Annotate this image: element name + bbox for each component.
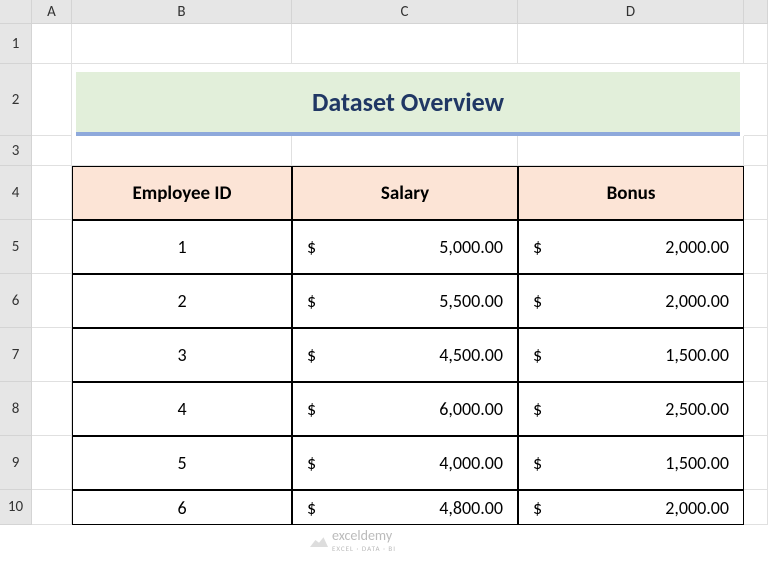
col-header-a[interactable]: A	[32, 0, 72, 24]
table-header-bonus[interactable]: Bonus	[518, 166, 744, 220]
spreadsheet-grid: A B C D 1 2 Dataset Overview 3 4 Employe…	[0, 0, 768, 525]
row-header-8[interactable]: 8	[0, 382, 32, 436]
bonus-value: 1,500.00	[665, 344, 729, 366]
cell-a4[interactable]	[32, 166, 72, 220]
cell-salary-3[interactable]: $4,500.00	[292, 328, 518, 382]
currency-symbol: $	[533, 497, 542, 519]
cell-a7[interactable]	[32, 328, 72, 382]
cell-employee-id-4[interactable]: 4	[72, 382, 292, 436]
cell-e4[interactable]	[744, 166, 768, 220]
cell-bonus-1[interactable]: $2,000.00	[518, 220, 744, 274]
row-header-5[interactable]: 5	[0, 220, 32, 274]
salary-value: 4,000.00	[439, 452, 503, 474]
bonus-value: 2,500.00	[665, 398, 729, 420]
cell-salary-1[interactable]: $5,000.00	[292, 220, 518, 274]
salary-value: 4,800.00	[439, 497, 503, 519]
cell-c3[interactable]	[292, 136, 518, 166]
salary-value: 6,000.00	[439, 398, 503, 420]
watermark-subtext: EXCEL · DATA · BI	[332, 544, 396, 553]
cell-salary-2[interactable]: $5,500.00	[292, 274, 518, 328]
cell-a10[interactable]	[32, 490, 72, 525]
cell-d1[interactable]	[518, 24, 744, 64]
col-header-d[interactable]: D	[518, 0, 744, 24]
salary-value: 4,500.00	[439, 344, 503, 366]
currency-symbol: $	[307, 398, 316, 420]
cell-bonus-3[interactable]: $1,500.00	[518, 328, 744, 382]
cell-bonus-5[interactable]: $1,500.00	[518, 436, 744, 490]
cell-employee-id-5[interactable]: 5	[72, 436, 292, 490]
cell-e1[interactable]	[744, 24, 768, 64]
cell-a6[interactable]	[32, 274, 72, 328]
cell-a9[interactable]	[32, 436, 72, 490]
watermark-logo-icon	[310, 533, 328, 547]
cell-salary-4[interactable]: $6,000.00	[292, 382, 518, 436]
table-header-employee-id[interactable]: Employee ID	[72, 166, 292, 220]
salary-value: 5,000.00	[439, 236, 503, 258]
salary-value: 5,500.00	[439, 290, 503, 312]
row-header-10[interactable]: 10	[0, 490, 32, 525]
cell-a5[interactable]	[32, 220, 72, 274]
cell-b3[interactable]	[72, 136, 292, 166]
cell-e7[interactable]	[744, 328, 768, 382]
cell-e6[interactable]	[744, 274, 768, 328]
row-header-1[interactable]: 1	[0, 24, 32, 64]
bonus-value: 2,000.00	[665, 497, 729, 519]
row-header-9[interactable]: 9	[0, 436, 32, 490]
table-header-salary[interactable]: Salary	[292, 166, 518, 220]
currency-symbol: $	[533, 290, 542, 312]
bonus-value: 1,500.00	[665, 452, 729, 474]
cell-a2[interactable]	[32, 64, 72, 136]
row-header-4[interactable]: 4	[0, 166, 32, 220]
row-header-2[interactable]: 2	[0, 64, 32, 136]
cell-e10[interactable]	[744, 490, 768, 525]
cell-e2[interactable]	[744, 64, 768, 136]
bonus-value: 2,000.00	[665, 236, 729, 258]
cell-a3[interactable]	[32, 136, 72, 166]
currency-symbol: $	[307, 452, 316, 474]
cell-e3[interactable]	[744, 136, 768, 166]
cell-salary-6[interactable]: $4,800.00	[292, 490, 518, 525]
cell-employee-id-1[interactable]: 1	[72, 220, 292, 274]
cell-d3[interactable]	[518, 136, 744, 166]
cell-e9[interactable]	[744, 436, 768, 490]
cell-employee-id-2[interactable]: 2	[72, 274, 292, 328]
cell-bonus-4[interactable]: $2,500.00	[518, 382, 744, 436]
currency-symbol: $	[307, 497, 316, 519]
cell-bonus-6[interactable]: $2,000.00	[518, 490, 744, 525]
bonus-value: 2,000.00	[665, 290, 729, 312]
row-header-6[interactable]: 6	[0, 274, 32, 328]
currency-symbol: $	[533, 398, 542, 420]
currency-symbol: $	[533, 344, 542, 366]
col-header-e[interactable]	[744, 0, 768, 24]
cell-e8[interactable]	[744, 382, 768, 436]
cell-employee-id-6[interactable]: 6	[72, 490, 292, 525]
select-all-corner[interactable]	[0, 0, 32, 24]
currency-symbol: $	[533, 452, 542, 474]
watermark-text: exceldemy	[332, 527, 396, 544]
cell-bonus-2[interactable]: $2,000.00	[518, 274, 744, 328]
currency-symbol: $	[533, 236, 542, 258]
title-cell[interactable]: Dataset Overview	[76, 72, 740, 136]
cell-salary-5[interactable]: $4,000.00	[292, 436, 518, 490]
currency-symbol: $	[307, 290, 316, 312]
cell-employee-id-3[interactable]: 3	[72, 328, 292, 382]
currency-symbol: $	[307, 344, 316, 366]
row-header-7[interactable]: 7	[0, 328, 32, 382]
cell-a1[interactable]	[32, 24, 72, 64]
cell-c1[interactable]	[292, 24, 518, 64]
watermark: exceldemy EXCEL · DATA · BI	[310, 527, 396, 553]
currency-symbol: $	[307, 236, 316, 258]
cell-e5[interactable]	[744, 220, 768, 274]
cell-a8[interactable]	[32, 382, 72, 436]
row-header-3[interactable]: 3	[0, 136, 32, 166]
col-header-c[interactable]: C	[292, 0, 518, 24]
cell-b1[interactable]	[72, 24, 292, 64]
col-header-b[interactable]: B	[72, 0, 292, 24]
